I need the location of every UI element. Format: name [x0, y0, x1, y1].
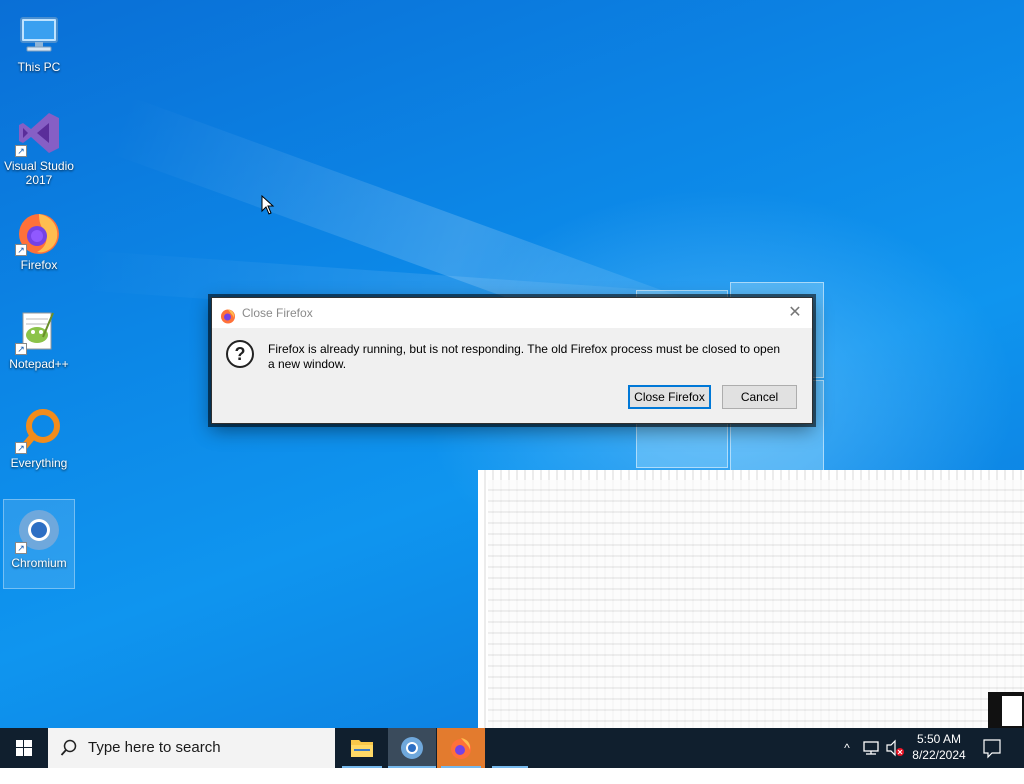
close-firefox-button[interactable]: Close Firefox	[628, 385, 711, 409]
shortcut-arrow-icon: ↗	[15, 145, 27, 157]
start-button[interactable]	[0, 728, 48, 768]
dialog-close-button[interactable]: ✕	[778, 298, 812, 328]
desktop-icon-label: Notepad++	[9, 357, 69, 371]
question-icon: ?	[226, 340, 254, 368]
desktop-icon-label: This PC	[17, 60, 61, 74]
notification-icon	[983, 739, 1001, 759]
volume-muted-icon[interactable]	[884, 728, 906, 768]
show-hidden-icons-button[interactable]: ^	[838, 728, 856, 768]
windows-icon	[16, 740, 32, 756]
visual-studio-icon: ↗	[15, 109, 63, 157]
taskbar-search-box[interactable]: Type here to search	[48, 728, 335, 768]
firefox-icon: ↗	[15, 208, 63, 256]
desktop-icon-label: Visual Studio 2017	[4, 159, 74, 187]
taskbar-file-explorer[interactable]	[338, 728, 386, 768]
close-icon: ✕	[788, 304, 802, 321]
chromium-icon: ↗	[15, 506, 63, 554]
computer-icon	[15, 10, 63, 58]
mouse-cursor-icon	[261, 194, 275, 215]
taskbar-chromium[interactable]	[388, 728, 436, 768]
dialog-title: Close Firefox	[242, 306, 313, 320]
desktop: This PC ↗ Visual Studio 2017 ↗ Firefox ↗…	[0, 0, 1024, 728]
close-firefox-dialog: Close Firefox ✕ ? Firefox is already run…	[211, 297, 813, 424]
desktop-icon-notepad-plus-plus[interactable]: ↗ Notepad++	[3, 301, 75, 391]
system-clock[interactable]: 5:50 AM 8/22/2024	[906, 731, 972, 763]
cancel-button[interactable]: Cancel	[722, 385, 797, 409]
clock-time: 5:50 AM	[916, 732, 962, 746]
folder-icon	[351, 740, 373, 757]
desktop-icon-chromium[interactable]: ↗ Chromium	[3, 499, 75, 589]
dialog-titlebar[interactable]: Close Firefox ✕	[212, 298, 812, 328]
unresponsive-window-ghost	[478, 470, 1024, 728]
action-center-button[interactable]	[980, 728, 1004, 768]
magnifier-icon: ↗	[15, 406, 63, 454]
search-icon	[60, 739, 77, 756]
shortcut-arrow-icon: ↗	[15, 442, 27, 454]
desktop-icon-this-pc[interactable]: This PC	[3, 4, 75, 94]
taskbar-firefox[interactable]	[437, 728, 485, 768]
firefox-icon	[220, 305, 236, 324]
desktop-icon-visual-studio[interactable]: ↗ Visual Studio 2017	[3, 103, 75, 193]
shortcut-arrow-icon: ↗	[15, 343, 27, 355]
network-icon[interactable]	[860, 728, 882, 768]
shortcut-arrow-icon: ↗	[15, 244, 27, 256]
dialog-message: Firefox is already running, but is not r…	[268, 342, 781, 371]
chromium-icon	[401, 737, 423, 759]
desktop-icon-label: Everything	[10, 456, 68, 470]
firefox-icon	[451, 738, 471, 759]
desktop-icon-firefox[interactable]: ↗ Firefox	[3, 202, 75, 292]
desktop-icon-label: Chromium	[11, 556, 67, 570]
chevron-up-icon: ^	[844, 741, 850, 755]
taskbar: Type here to search ^ 5:50 AM 8/22/2024	[0, 728, 1024, 768]
notepad-plus-plus-icon: ↗	[15, 307, 63, 355]
desktop-icon-label: Firefox	[20, 258, 58, 272]
shortcut-arrow-icon: ↗	[15, 542, 27, 554]
taskbar-running-app[interactable]	[488, 728, 532, 768]
desktop-icon-everything[interactable]: ↗ Everything	[3, 400, 75, 490]
clock-date: 8/22/2024	[912, 748, 966, 762]
search-placeholder: Type here to search	[88, 739, 221, 756]
